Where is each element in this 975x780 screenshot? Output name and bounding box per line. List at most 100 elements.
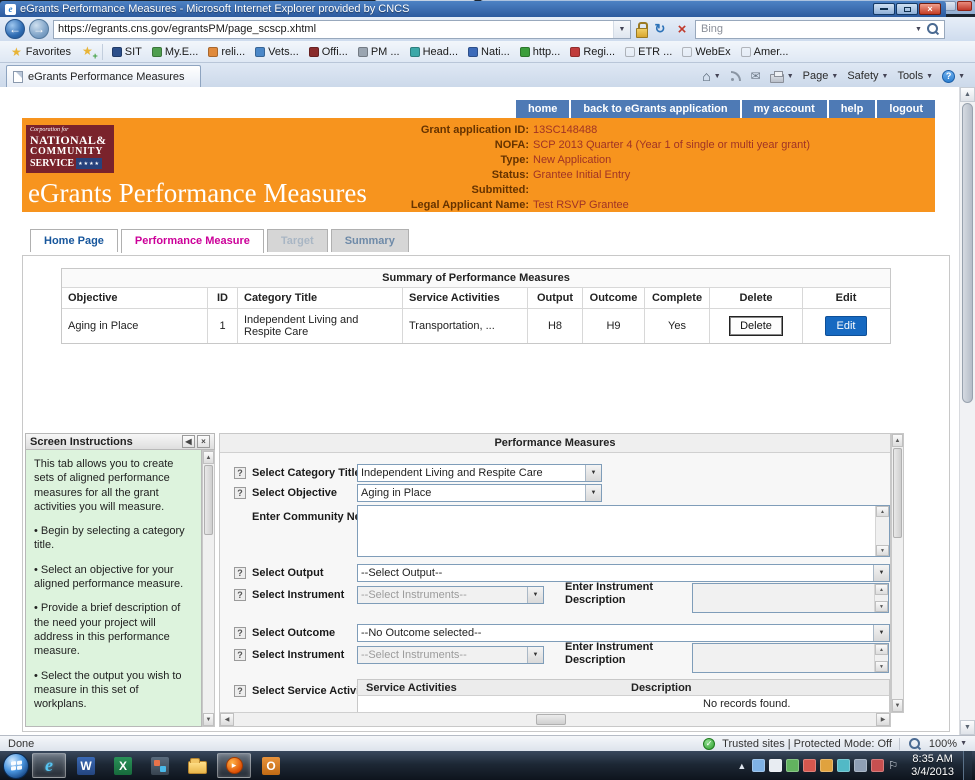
favorites-item[interactable]: http... <box>515 44 566 60</box>
start-button[interactable] <box>3 753 29 779</box>
help-icon[interactable]: ? <box>234 649 246 661</box>
edit-button[interactable]: Edit <box>825 316 868 336</box>
tray-icon[interactable] <box>854 759 867 772</box>
favorites-item[interactable]: PM ... <box>353 44 405 60</box>
forward-button[interactable]: → <box>29 19 49 39</box>
minimize-button[interactable] <box>873 3 895 15</box>
help-icon[interactable]: ? <box>234 627 246 639</box>
taskbar-media-player[interactable]: ▸ <box>217 753 251 778</box>
url-field[interactable]: https://egrants.cns.gov/egrantsPM/page_s… <box>53 20 631 39</box>
tools-menu[interactable]: Tools▼ <box>897 70 933 82</box>
scroll-right-icon[interactable]: ▶ <box>876 713 890 726</box>
tray-icon[interactable] <box>837 759 850 772</box>
favorites-item[interactable]: My.E... <box>147 44 203 60</box>
tray-icon[interactable] <box>786 759 799 772</box>
textarea-scrollbar[interactable]: ▲ ▼ <box>875 506 889 556</box>
nav-back-to-egrants-button[interactable]: back to eGrants application <box>571 100 739 118</box>
scrollbar-thumb[interactable] <box>893 448 902 538</box>
scroll-down-icon[interactable]: ▼ <box>876 545 889 556</box>
help-icon[interactable]: ? <box>234 567 246 579</box>
zoom-control[interactable]: 100% ▼ <box>907 736 967 752</box>
tray-icon[interactable] <box>803 759 816 772</box>
category-select[interactable]: Independent Living and Respite Care ▼ <box>357 464 602 482</box>
tab-performance-measure[interactable]: Performance Measure <box>121 229 264 253</box>
instrument-description-textarea-1[interactable]: ▲ ▼ <box>692 583 889 613</box>
close-panel-button[interactable]: × <box>197 435 210 448</box>
scroll-down-icon[interactable]: ▼ <box>875 601 888 612</box>
taskbar-folder[interactable] <box>180 753 214 778</box>
taskbar-excel[interactable]: X <box>106 753 140 778</box>
scroll-up-icon[interactable]: ▲ <box>960 87 975 102</box>
search-dropdown-arrow-icon[interactable]: ▼ <box>912 26 925 33</box>
taskbar-word[interactable]: W <box>69 753 103 778</box>
scrollbar-track[interactable] <box>234 713 876 726</box>
favorites-item[interactable]: Regi... <box>565 44 620 60</box>
page-scrollbar[interactable]: ▲ ▼ <box>959 87 975 735</box>
action-center-flag-icon[interactable]: ⚐ <box>888 759 898 772</box>
favorites-item[interactable]: Amer... <box>736 44 794 60</box>
back-button[interactable]: ← <box>5 19 25 39</box>
safety-menu[interactable]: Safety▼ <box>847 70 888 82</box>
favorites-item[interactable]: Vets... <box>250 44 304 60</box>
output-select[interactable]: --Select Output-- ▼ <box>357 564 890 582</box>
scroll-down-icon[interactable]: ▼ <box>203 713 214 726</box>
scrollbar-thumb[interactable] <box>962 103 973 403</box>
scroll-up-icon[interactable]: ▲ <box>876 506 889 517</box>
show-desktop-button[interactable] <box>963 751 972 780</box>
favorites-item[interactable]: WebEx <box>677 44 735 60</box>
help-icon[interactable]: ? <box>234 589 246 601</box>
nav-home-button[interactable]: home <box>516 100 569 118</box>
search-input[interactable]: Bing ▼ <box>695 20 945 39</box>
scroll-down-icon[interactable]: ▼ <box>892 699 903 712</box>
instrument-select-1[interactable]: --Select Instruments-- ▼ <box>357 586 544 604</box>
favorites-item[interactable]: ETR ... <box>620 44 677 60</box>
favorites-button[interactable]: ★ Favorites <box>5 44 77 60</box>
instrument-select-2[interactable]: --Select Instruments-- ▼ <box>357 646 544 664</box>
tray-icon[interactable] <box>752 759 765 772</box>
scrollbar-thumb[interactable] <box>536 714 566 725</box>
favorites-item[interactable]: Nati... <box>463 44 515 60</box>
taskbar-internet-explorer[interactable]: e <box>32 753 66 778</box>
favorites-item[interactable]: reli... <box>203 44 250 60</box>
refresh-button[interactable]: ↻ <box>651 20 669 38</box>
outcome-select[interactable]: --No Outcome selected-- ▼ <box>357 624 890 642</box>
favorites-item[interactable]: SIT <box>107 44 147 60</box>
scroll-up-icon[interactable]: ▲ <box>875 584 888 595</box>
help-menu[interactable]: ?▼ <box>942 70 965 83</box>
page-menu[interactable]: Page▼ <box>803 70 839 82</box>
tray-icon[interactable] <box>769 759 782 772</box>
taskbar-clock[interactable]: 8:35 AM 3/4/2013 <box>905 753 960 779</box>
scroll-up-icon[interactable]: ▲ <box>892 434 903 447</box>
add-favorite-button[interactable]: ★ + <box>77 43 98 60</box>
help-icon[interactable]: ? <box>234 487 246 499</box>
close-button[interactable]: × <box>919 3 941 15</box>
tab-home-page[interactable]: Home Page <box>30 229 118 252</box>
scroll-up-icon[interactable]: ▲ <box>203 451 214 464</box>
favorites-item[interactable]: Head... <box>405 44 463 60</box>
scrollbar-thumb[interactable] <box>204 465 213 535</box>
instructions-scrollbar[interactable]: ▲ ▼ <box>202 450 215 727</box>
textarea-scrollbar[interactable]: ▲ ▼ <box>874 584 888 612</box>
taskbar-outlook[interactable]: O <box>254 753 288 778</box>
tab-target[interactable]: Target <box>267 229 328 252</box>
textarea-scrollbar[interactable]: ▲ ▼ <box>874 644 888 672</box>
objective-select[interactable]: Aging in Place ▼ <box>357 484 602 502</box>
scroll-up-icon[interactable]: ▲ <box>875 644 888 655</box>
taskbar-app[interactable] <box>143 753 177 778</box>
tray-icon[interactable] <box>820 759 833 772</box>
help-icon[interactable]: ? <box>234 685 246 697</box>
favorites-item[interactable]: Offi... <box>304 44 353 60</box>
collapse-panel-button[interactable]: ◀ <box>182 435 195 448</box>
delete-button[interactable]: Delete <box>730 317 782 335</box>
url-dropdown-arrow-icon[interactable]: ▼ <box>613 21 630 38</box>
form-vertical-scrollbar[interactable]: ▲ ▼ <box>891 433 904 713</box>
help-icon[interactable]: ? <box>234 467 246 479</box>
nav-help-button[interactable]: help <box>829 100 876 118</box>
tab-summary[interactable]: Summary <box>331 229 409 252</box>
stop-button[interactable]: × <box>673 20 691 38</box>
search-icon[interactable] <box>925 21 940 37</box>
scroll-down-icon[interactable]: ▼ <box>875 661 888 672</box>
scroll-left-icon[interactable]: ◀ <box>220 713 234 726</box>
browser-tab[interactable]: eGrants Performance Measures <box>6 65 201 87</box>
show-hidden-icons-button[interactable]: ▲ <box>735 761 748 771</box>
